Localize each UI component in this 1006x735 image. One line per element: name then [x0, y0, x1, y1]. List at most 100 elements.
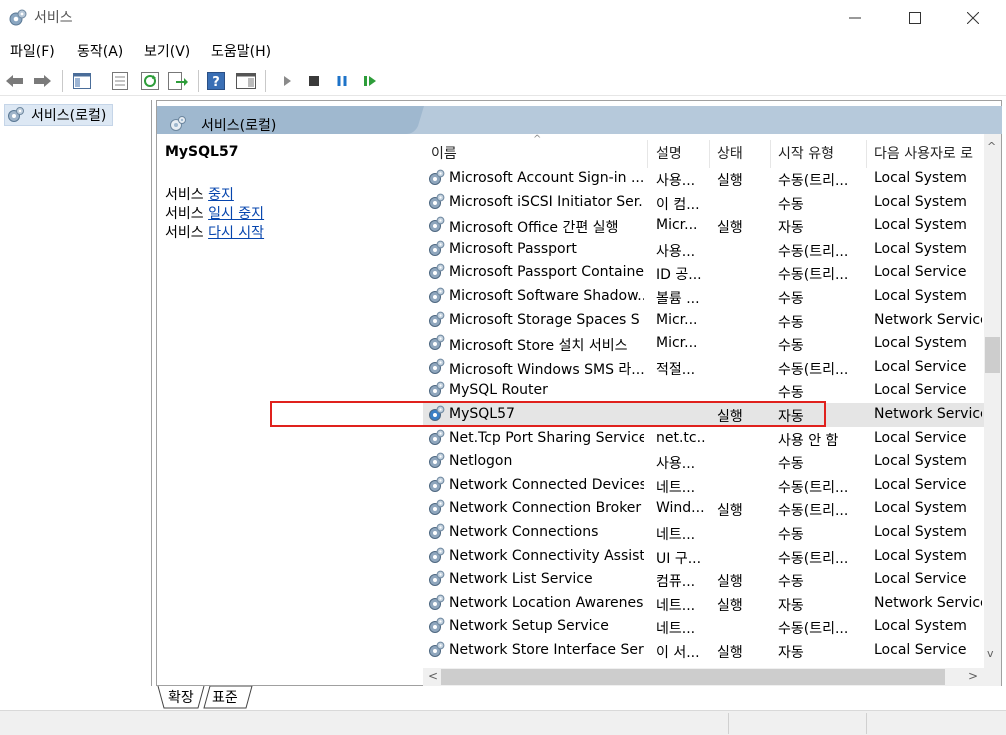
services-gear-icon: [8, 107, 24, 122]
cell-status: 실행: [717, 574, 743, 591]
minimize-button[interactable]: [832, 4, 878, 32]
cell-logon: Local Service: [874, 358, 967, 375]
table-row[interactable]: Network Connection Broker Wind... 실행 수동(트리.…: [423, 497, 985, 521]
service-gear-icon: [429, 169, 445, 185]
table-row[interactable]: Microsoft Software Shadow... 볼륨 ... 수동 Loca…: [423, 285, 985, 309]
stop-service-link[interactable]: 중지: [208, 187, 234, 203]
table-row[interactable]: Network Setup Service 네트... 수동(트리... Local …: [423, 615, 985, 639]
tab-extended[interactable]: 확장: [164, 687, 198, 709]
table-row[interactable]: Net.Tcp Port Sharing Service net.tc... 사용 …: [423, 427, 985, 451]
refresh-icon[interactable]: [140, 71, 160, 91]
service-gear-icon: [429, 547, 445, 563]
table-row[interactable]: MySQL57 실행 자동 Network Service: [423, 403, 985, 427]
table-row[interactable]: Network Connections 네트... 수동 Local System: [423, 521, 985, 545]
menu-action[interactable]: 동작(A): [77, 41, 123, 61]
service-gear-icon: [429, 287, 445, 303]
column-header-status[interactable]: 상태: [717, 143, 743, 163]
cell-startup: 수동: [778, 291, 804, 307]
menu-help[interactable]: 도움말(H): [211, 41, 271, 61]
column-header-name[interactable]: 이름: [431, 143, 457, 163]
properties-icon[interactable]: [110, 71, 130, 91]
help-icon[interactable]: ?: [206, 71, 226, 91]
close-button[interactable]: [950, 4, 996, 32]
table-row[interactable]: Microsoft Passport 사용... 수동(트리... Local Sys…: [423, 238, 985, 262]
table-row[interactable]: Microsoft Store 설치 서비스 Micr... 수동 Local Sys…: [423, 332, 985, 356]
tree-item-services-local[interactable]: 서비스(로컬): [4, 104, 114, 126]
column-header-description[interactable]: 설명: [656, 143, 682, 163]
table-row[interactable]: MySQL Router 수동 Local Service: [423, 379, 985, 403]
table-row[interactable]: Network Store Interface Ser... 이 서... 실행 자동…: [423, 639, 985, 663]
menu-file[interactable]: 파일(F): [10, 41, 55, 61]
cell-name: Network Connectivity Assist: [449, 547, 644, 564]
cell-startup: 수동: [778, 385, 804, 402]
pause-service-icon[interactable]: [332, 71, 352, 91]
column-divider[interactable]: [770, 140, 771, 168]
cell-desc: 컴퓨...: [656, 574, 696, 591]
cell-logon: Local System: [874, 240, 967, 257]
cell-desc: Micr...: [656, 217, 698, 234]
cell-startup: 수동(트리...: [778, 550, 849, 567]
service-gear-icon: [429, 617, 445, 634]
restart-service-link[interactable]: 다시 시작: [208, 225, 264, 241]
cell-logon: Local System: [874, 288, 967, 304]
horizontal-scroll-thumb[interactable]: [441, 669, 945, 685]
table-row[interactable]: Network Connectivity Assist UI 구... 수동(트리.…: [423, 545, 985, 569]
column-header-startup-type[interactable]: 시작 유형: [778, 143, 834, 163]
action-pause-row: 서비스 일시 중지: [165, 206, 265, 222]
title-bar: 서비스: [0, 0, 1006, 36]
maximize-button[interactable]: [892, 4, 938, 32]
column-divider[interactable]: [866, 140, 867, 168]
selected-service-name: MySQL57: [165, 144, 239, 160]
action-restart-row: 서비스 다시 시작: [165, 225, 265, 241]
table-row[interactable]: Microsoft Account Sign-in ... 사용... 실행 수동(트…: [423, 167, 985, 191]
cell-status: 실행: [717, 409, 743, 425]
cell-desc: 볼륨 ...: [656, 291, 700, 307]
cell-logon: Local Service: [874, 382, 967, 399]
pause-service-link[interactable]: 일시 중지: [208, 206, 264, 222]
cell-status: 실행: [717, 645, 743, 661]
column-divider[interactable]: [647, 140, 648, 168]
restart-service-icon[interactable]: [360, 71, 380, 91]
cell-logon: Local System: [874, 618, 967, 635]
table-row[interactable]: Netlogon 사용... 수동 Local System: [423, 450, 985, 474]
toolbar-separator: [198, 70, 199, 92]
scroll-right-icon[interactable]: >: [968, 669, 978, 683]
column-header-log-on-as[interactable]: 다음 사용자로 로: [874, 143, 985, 163]
cell-name: Microsoft Store 설치 서비스: [449, 338, 628, 355]
cell-startup: 수동(트리...: [778, 361, 849, 378]
start-service-icon[interactable]: [277, 71, 297, 91]
show-hide-console-tree-icon[interactable]: [72, 71, 92, 91]
forward-arrow-icon[interactable]: [32, 71, 52, 91]
cell-desc: UI 구...: [656, 550, 702, 567]
export-list-icon[interactable]: [168, 71, 188, 91]
table-row[interactable]: Microsoft iSCSI Initiator Ser... 이 컴... 수동…: [423, 191, 985, 215]
tab-standard[interactable]: 표준: [208, 687, 242, 709]
vertical-scroll-thumb[interactable]: [985, 337, 1000, 373]
back-arrow-icon[interactable]: [5, 71, 25, 91]
table-row[interactable]: Microsoft Passport Container ID 공... 수동(트리…: [423, 261, 985, 285]
cell-startup: 수동: [778, 574, 804, 591]
scroll-down-icon[interactable]: v: [987, 647, 994, 660]
cell-desc: 네트...: [656, 479, 696, 496]
stop-service-icon[interactable]: [304, 71, 324, 91]
cell-logon: Local Service: [874, 429, 967, 446]
show-hide-action-pane-icon[interactable]: [236, 71, 256, 91]
table-row[interactable]: Network Location Awareness 네트... 실행 자동 Netwo…: [423, 592, 985, 616]
table-row[interactable]: Microsoft Storage Spaces S Micr... 수동 Netwo…: [423, 309, 985, 333]
service-gear-icon: [429, 523, 445, 539]
toolbar-separator: [265, 70, 266, 92]
table-row[interactable]: Microsoft Office 간편 실행 Micr... 실행 자동 Local S…: [423, 214, 985, 238]
vertical-scrollbar[interactable]: ^ v: [984, 134, 1001, 686]
cell-startup: 수동: [778, 456, 804, 473]
table-row[interactable]: Microsoft Windows SMS 라... 적절... 수동(트리... L…: [423, 356, 985, 380]
scroll-up-icon[interactable]: ^: [987, 140, 996, 153]
menu-view[interactable]: 보기(V): [144, 41, 190, 61]
action-stop-row: 서비스 중지: [165, 187, 234, 203]
service-gear-icon: [429, 570, 445, 587]
table-row[interactable]: Network Connected Devices... 네트... 수동(트리..…: [423, 474, 985, 498]
scroll-left-icon[interactable]: <: [428, 669, 438, 683]
table-row[interactable]: Network List Service 컴퓨... 실행 수동 Local Servi…: [423, 568, 985, 592]
column-divider[interactable]: [709, 140, 710, 168]
horizontal-scrollbar[interactable]: < >: [423, 668, 984, 686]
cell-name: Microsoft Passport: [449, 240, 577, 257]
